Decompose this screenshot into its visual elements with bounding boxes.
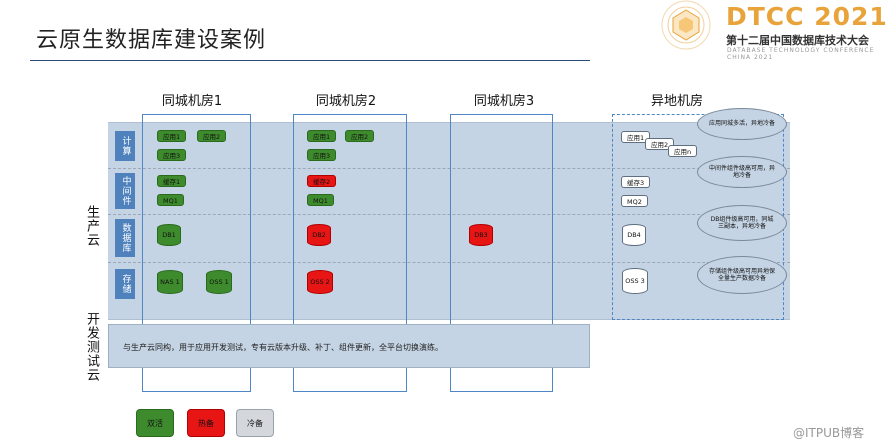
- row-label-compute: 计算: [115, 131, 135, 161]
- row-label-database: 数据库: [115, 219, 135, 257]
- logo-subtitle: 第十二届中国数据库技术大会: [726, 34, 869, 47]
- database-cylinder-hot: DB3: [469, 224, 493, 246]
- mq-node: MQ1: [157, 194, 184, 206]
- mq-node-cold: MQ2: [621, 195, 648, 207]
- note-bubble-database: DB组件级高可用，同城三副本，异地冷备: [697, 205, 787, 241]
- column-header-remote: 异地机房: [650, 94, 703, 109]
- oss-cylinder-hot: OSS 2: [307, 270, 333, 294]
- dtcc-logo-icon: [661, 0, 711, 50]
- app-node: 应用1: [307, 130, 337, 142]
- cache-node: 缓存1: [157, 175, 187, 187]
- row-label-storage: 存储: [115, 269, 135, 299]
- legend-cold-standby: 冷备: [236, 409, 274, 437]
- database-cylinder-cold: DB4: [622, 224, 646, 246]
- legend-active: 双活: [136, 409, 174, 437]
- app-node: 应用1: [157, 130, 187, 142]
- database-cylinder-hot: DB2: [307, 224, 331, 246]
- watermark: @ITPUB博客: [793, 426, 865, 440]
- mq-node: MQ1: [307, 194, 334, 206]
- app-node: 应用3: [307, 149, 337, 161]
- oss-cylinder: OSS 1: [206, 270, 232, 294]
- database-cylinder: DB1: [157, 224, 181, 246]
- note-bubble-storage: 存储组件级高可用异地保全量生产数据冷备: [697, 256, 787, 294]
- column-header-dc1: 同城机房1: [161, 94, 223, 109]
- row-label-middleware: 中间件: [115, 173, 135, 209]
- note-bubble-compute: 应用同城多活，异地冷备: [697, 108, 787, 140]
- column-header-dc2: 同城机房2: [315, 94, 377, 109]
- logo-english: DATABASE TECHNOLOGY CONFERENCE CHINA 202…: [727, 47, 875, 61]
- app-node-cold: 应用n: [668, 145, 698, 157]
- note-bubble-middleware: 中间件组件级高可用，异地冷备: [697, 156, 787, 188]
- logo-name: DTCC 2021: [726, 2, 888, 31]
- title-divider: [30, 60, 590, 61]
- app-node: 应用3: [157, 149, 187, 161]
- cache-node-cold: 缓存3: [621, 176, 651, 188]
- app-node: 应用2: [197, 130, 227, 142]
- column-header-dc3: 同城机房3: [473, 94, 535, 109]
- production-cloud-label: 生产云: [84, 205, 99, 247]
- nas-cylinder: NAS 1: [157, 270, 183, 294]
- legend-hot-standby: 热备: [187, 409, 225, 437]
- app-node: 应用2: [345, 130, 375, 142]
- page-title: 云原生数据库建设案例: [36, 28, 267, 53]
- oss-cylinder-cold: OSS 3: [622, 268, 648, 294]
- dev-test-cloud-label: 开发测试云: [84, 312, 99, 382]
- dev-test-description: 与生产云同构，用于应用开发测试，专有云版本升级、补丁、组件更新，全平台切换演练。: [108, 324, 590, 368]
- cache-node-hot: 缓存2: [307, 175, 337, 187]
